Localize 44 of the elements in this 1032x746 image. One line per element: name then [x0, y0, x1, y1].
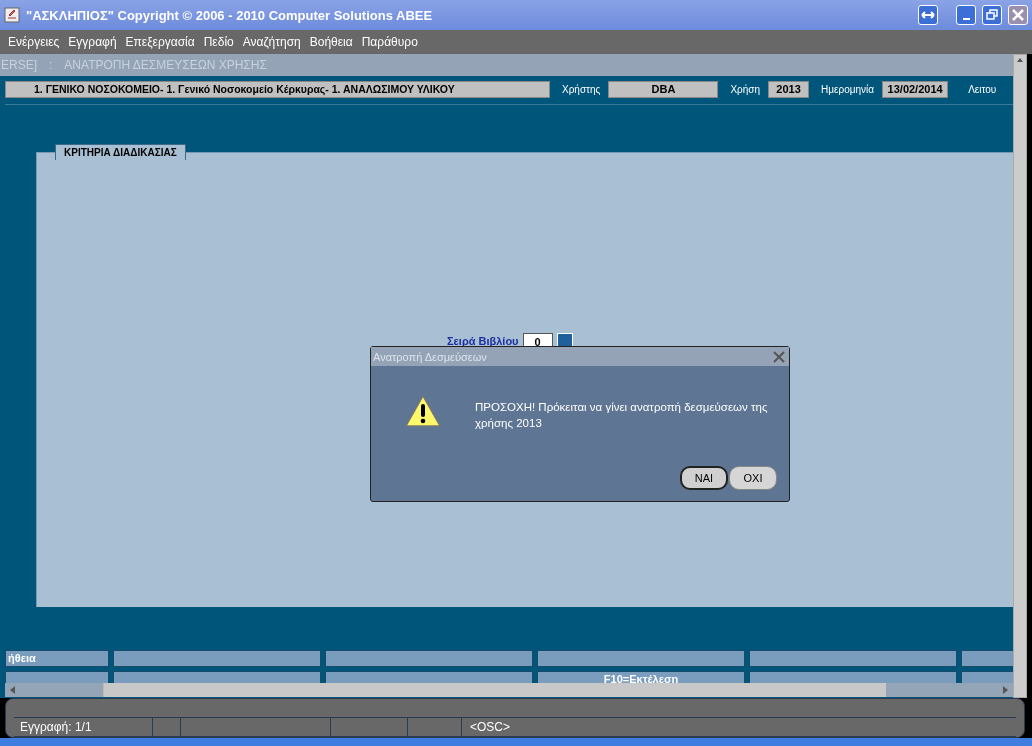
header-field[interactable]: 2013	[768, 81, 810, 98]
horizontal-scrollbar[interactable]	[5, 683, 1013, 697]
dialog-button[interactable]: ΝΑΙ	[680, 466, 728, 490]
menu-item[interactable]: Βοήθεια	[309, 35, 353, 49]
close-button[interactable]	[1008, 5, 1028, 25]
dialog-message: ΠΡΟΣΟΧΗ! Πρόκειται να γίνει ανατροπή δεσμεύσεων της χρήσης 2013	[475, 400, 769, 431]
menu-item[interactable]: Πεδίο	[203, 35, 234, 49]
close-icon[interactable]	[773, 350, 785, 363]
restore-icon	[986, 9, 998, 21]
resize-button[interactable]	[918, 5, 938, 25]
field-label: Σειρά Βιβλίου	[447, 335, 519, 347]
restore-button[interactable]	[982, 5, 1002, 25]
menu-item[interactable]: Εγγραφή	[68, 35, 117, 49]
scroll-thumb[interactable]	[103, 683, 886, 697]
record-counter: Εγγραφή: 1/1	[19, 720, 92, 734]
dialog-button[interactable]: ΟΧΙ	[729, 466, 777, 490]
minimize-icon	[962, 17, 970, 20]
menu-item[interactable]: Επεξεργασία	[125, 35, 195, 49]
menu-item[interactable]: Αναζήτηση	[242, 35, 301, 49]
vertical-scrollbar[interactable]	[1013, 54, 1027, 698]
header-field[interactable]: DBA	[608, 81, 719, 98]
function-key-button[interactable]	[749, 650, 957, 667]
field-label: Λειτου	[968, 84, 997, 95]
function-key-button[interactable]	[325, 650, 533, 667]
menu-item[interactable]: Παράθυρο	[361, 35, 418, 49]
organization-field[interactable]: 1. ΓΕΝΙΚΟ ΝΟΣΟΚΟΜΕΙΟ- 1. Γενικό Νοσοκομείο Κέρκυρας- 1. ΑΝΑΛΩΣΙΜΟΥ ΥΛΙΚΟΥ	[5, 81, 550, 98]
function-key-button[interactable]	[537, 650, 745, 667]
warning-icon	[405, 395, 441, 427]
status-mode: <OSC>	[469, 719, 511, 736]
header-field[interactable]: 13/02/2014	[882, 81, 949, 98]
function-key-button[interactable]	[113, 650, 321, 667]
double-arrow-icon	[921, 10, 935, 20]
breadcrumb-separator: :	[49, 58, 53, 72]
panel-tab[interactable]: ΚΡΙΤΗΡΙΑ ΔΙΑΔΙΚΑΣΙΑΣ	[55, 144, 186, 160]
field-label: Ημερομηνία	[821, 84, 875, 95]
field-label: Χρήστης	[562, 84, 601, 95]
function-key-button[interactable]: ήθεια	[5, 650, 109, 667]
window-title: "ΑΣΚΛΗΠΙΟΣ" Copyright © 2006 - 2010 Computer Solutions ABEE	[26, 7, 434, 23]
close-icon	[1012, 9, 1024, 21]
minimize-button[interactable]	[956, 5, 976, 25]
app-icon	[4, 7, 20, 23]
field-label: Χρήση	[730, 84, 761, 95]
menu-item[interactable]: Ενέργειες	[8, 35, 60, 49]
dialog-title: Ανατροπή Δεσμεύσεων	[373, 350, 487, 363]
